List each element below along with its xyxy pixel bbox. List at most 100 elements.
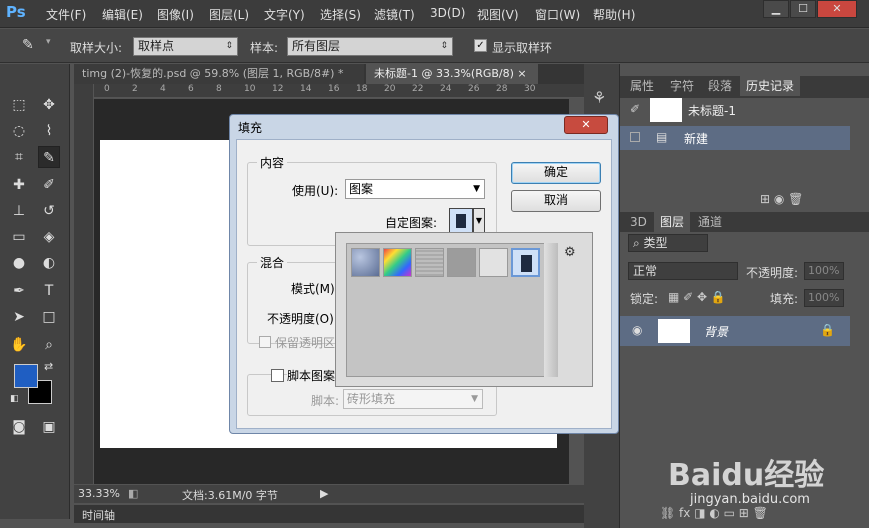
pattern-scrollbar[interactable] bbox=[544, 243, 558, 377]
tab-untitled[interactable]: 未标题-1 @ 33.3%(RGB/8) × bbox=[366, 64, 538, 84]
sample-select[interactable]: 所有图层 ⇕ bbox=[287, 37, 453, 56]
portrait-thumbnail bbox=[456, 214, 466, 228]
brush-icon[interactable]: ✐ bbox=[38, 174, 60, 196]
custom-pattern-swatch[interactable] bbox=[449, 208, 473, 234]
eyedropper-icon[interactable]: ✎ bbox=[22, 37, 34, 53]
fill-field[interactable]: 100% bbox=[804, 289, 844, 307]
dodge-icon[interactable]: ◐ bbox=[38, 252, 60, 274]
default-colors-icon[interactable]: ◧ bbox=[10, 394, 19, 404]
pattern-grid bbox=[346, 243, 558, 377]
ruler-tick: 28 bbox=[496, 84, 508, 94]
script-select[interactable]: 砖形填充 ▼ bbox=[343, 389, 483, 409]
menu-image[interactable]: 图像(I) bbox=[157, 6, 194, 23]
blend-mode-select[interactable]: 正常 bbox=[628, 262, 738, 280]
menu-select[interactable]: 选择(S) bbox=[320, 6, 361, 23]
hand-icon[interactable]: ✋ bbox=[8, 334, 30, 356]
menu-help[interactable]: 帮助(H) bbox=[593, 6, 635, 23]
tab-paragraph[interactable]: 段落 bbox=[702, 76, 738, 96]
tab-channels[interactable]: 通道 bbox=[692, 212, 728, 232]
close-button[interactable]: ✕ bbox=[817, 0, 857, 18]
pattern-swatch-tiedye[interactable] bbox=[383, 248, 412, 277]
swap-colors-icon[interactable]: ⇄ bbox=[44, 360, 53, 373]
eye-icon[interactable]: ◉ bbox=[632, 323, 642, 337]
lasso-icon[interactable]: ◌ bbox=[8, 120, 30, 142]
tab-character[interactable]: 字符 bbox=[664, 76, 700, 96]
preserve-transparency-checkbox[interactable] bbox=[259, 336, 271, 348]
menu-layer[interactable]: 图层(L) bbox=[209, 6, 249, 23]
type-icon[interactable]: T bbox=[38, 280, 60, 302]
path-select-icon[interactable]: ➤ bbox=[8, 306, 30, 328]
history-footer-icons[interactable]: ⊞ ◉ 🗑 bbox=[760, 192, 803, 206]
history-item[interactable]: ▤ 新建 bbox=[620, 126, 850, 150]
share-icon[interactable]: ◧ bbox=[128, 487, 138, 500]
close-icon[interactable]: × bbox=[517, 67, 526, 80]
eraser-icon[interactable]: ▭ bbox=[8, 226, 30, 248]
foreground-color-swatch[interactable] bbox=[14, 364, 38, 388]
crop-icon[interactable]: ⌗ bbox=[8, 146, 30, 168]
blur-icon[interactable]: ● bbox=[8, 252, 30, 274]
screen-mode-icon[interactable]: ▣ bbox=[38, 416, 60, 438]
menu-filter[interactable]: 滤镜(T) bbox=[374, 6, 415, 23]
fill-label: 填充: bbox=[770, 292, 799, 306]
script-pattern-checkbox[interactable] bbox=[271, 369, 284, 382]
history-snapshot[interactable]: ✐ 未标题-1 bbox=[624, 98, 854, 124]
menu-3d[interactable]: 3D(D) bbox=[430, 6, 465, 20]
ruler-tick: 6 bbox=[188, 84, 194, 94]
tool-preset-chevron-icon[interactable]: ▾ bbox=[46, 37, 51, 47]
pen-icon[interactable]: ✒ bbox=[8, 280, 30, 302]
rectangle-icon[interactable]: □ bbox=[38, 306, 60, 328]
pattern-swatch-fabric[interactable] bbox=[415, 248, 444, 277]
paint-bucket-icon[interactable]: ◈ bbox=[38, 226, 60, 248]
quick-mask-icon[interactable]: ◙ bbox=[8, 416, 30, 438]
vertical-ruler bbox=[74, 84, 94, 484]
dialog-title: 填充 bbox=[238, 121, 263, 135]
history-brush-icon: ✐ bbox=[630, 102, 641, 116]
menu-edit[interactable]: 编辑(E) bbox=[102, 6, 143, 23]
menu-view[interactable]: 视图(V) bbox=[477, 6, 519, 23]
maximize-button[interactable]: ☐ bbox=[790, 0, 816, 18]
tab-layers[interactable]: 图层 bbox=[654, 212, 691, 232]
lock-icons[interactable]: ▦ ✐ ✥ 🔒 bbox=[668, 290, 726, 304]
gear-icon[interactable]: ⚙ bbox=[564, 245, 576, 260]
tab-properties[interactable]: 属性 bbox=[624, 76, 660, 96]
move-icon[interactable]: ✥ bbox=[38, 94, 60, 116]
show-ring-checkbox[interactable]: ✓ bbox=[474, 39, 487, 52]
menu-type[interactable]: 文字(Y) bbox=[264, 6, 305, 23]
status-bar: 33.33% ◧ 文档:3.61M/0 字节 ▶ bbox=[74, 485, 584, 503]
pattern-picker-dropdown[interactable]: ▼ bbox=[473, 208, 485, 234]
layers-footer-icons[interactable]: ⛓ fx ◨ ◐ ▭ ⊞ 🗑 bbox=[660, 506, 768, 520]
pattern-swatch-gray[interactable] bbox=[447, 248, 476, 277]
menu-window[interactable]: 窗口(W) bbox=[535, 6, 580, 23]
clone-stamp-icon[interactable]: ⊥ bbox=[8, 200, 30, 222]
sample-size-select[interactable]: 取样点 ⇕ bbox=[133, 37, 238, 56]
marquee-icon[interactable]: ⬚ bbox=[8, 94, 30, 116]
use-select[interactable]: 图案 ▼ bbox=[345, 179, 485, 199]
ok-button[interactable]: 确定 bbox=[511, 162, 601, 184]
menu-file[interactable]: 文件(F) bbox=[46, 6, 86, 23]
status-menu-icon[interactable]: ▶ bbox=[320, 487, 328, 500]
pattern-swatch-light[interactable] bbox=[479, 248, 508, 277]
tab-3d[interactable]: 3D bbox=[624, 212, 653, 232]
ruler-tick: 22 bbox=[412, 84, 424, 94]
zoom-level: 33.33% bbox=[78, 487, 120, 500]
zoom-icon[interactable]: ⌕ bbox=[38, 334, 60, 356]
cancel-button[interactable]: 取消 bbox=[511, 190, 601, 212]
timeline-label[interactable]: 时间轴 bbox=[82, 507, 115, 523]
healing-brush-icon[interactable]: ✚ bbox=[8, 174, 30, 196]
eyedropper-tool-icon[interactable]: ✎ bbox=[38, 146, 60, 168]
pattern-swatch-portrait[interactable] bbox=[511, 248, 540, 277]
history-brush-icon[interactable]: ↺ bbox=[38, 200, 60, 222]
quick-select-icon[interactable]: ⌇ bbox=[38, 120, 60, 142]
history-state-checkbox[interactable] bbox=[630, 132, 640, 142]
opacity-field[interactable]: 100% bbox=[804, 262, 844, 280]
brush-presets-icon[interactable]: ⚘ bbox=[592, 88, 606, 107]
pattern-swatch-bubbles[interactable] bbox=[351, 248, 380, 277]
layer-filter-select[interactable]: ⌕ 类型 bbox=[628, 234, 708, 252]
snapshot-thumbnail bbox=[650, 98, 682, 122]
dialog-close-button[interactable]: ✕ bbox=[564, 116, 608, 134]
tab-history[interactable]: 历史记录 bbox=[740, 76, 801, 96]
tab-timg[interactable]: timg (2)-恢复的.psd @ 59.8% (图层 1, RGB/8#) … bbox=[74, 64, 364, 100]
layer-row[interactable]: ◉ 背景 🔒 bbox=[620, 316, 850, 346]
minimize-button[interactable]: ▁ bbox=[763, 0, 789, 18]
sample-value: 所有图层 bbox=[292, 39, 341, 53]
